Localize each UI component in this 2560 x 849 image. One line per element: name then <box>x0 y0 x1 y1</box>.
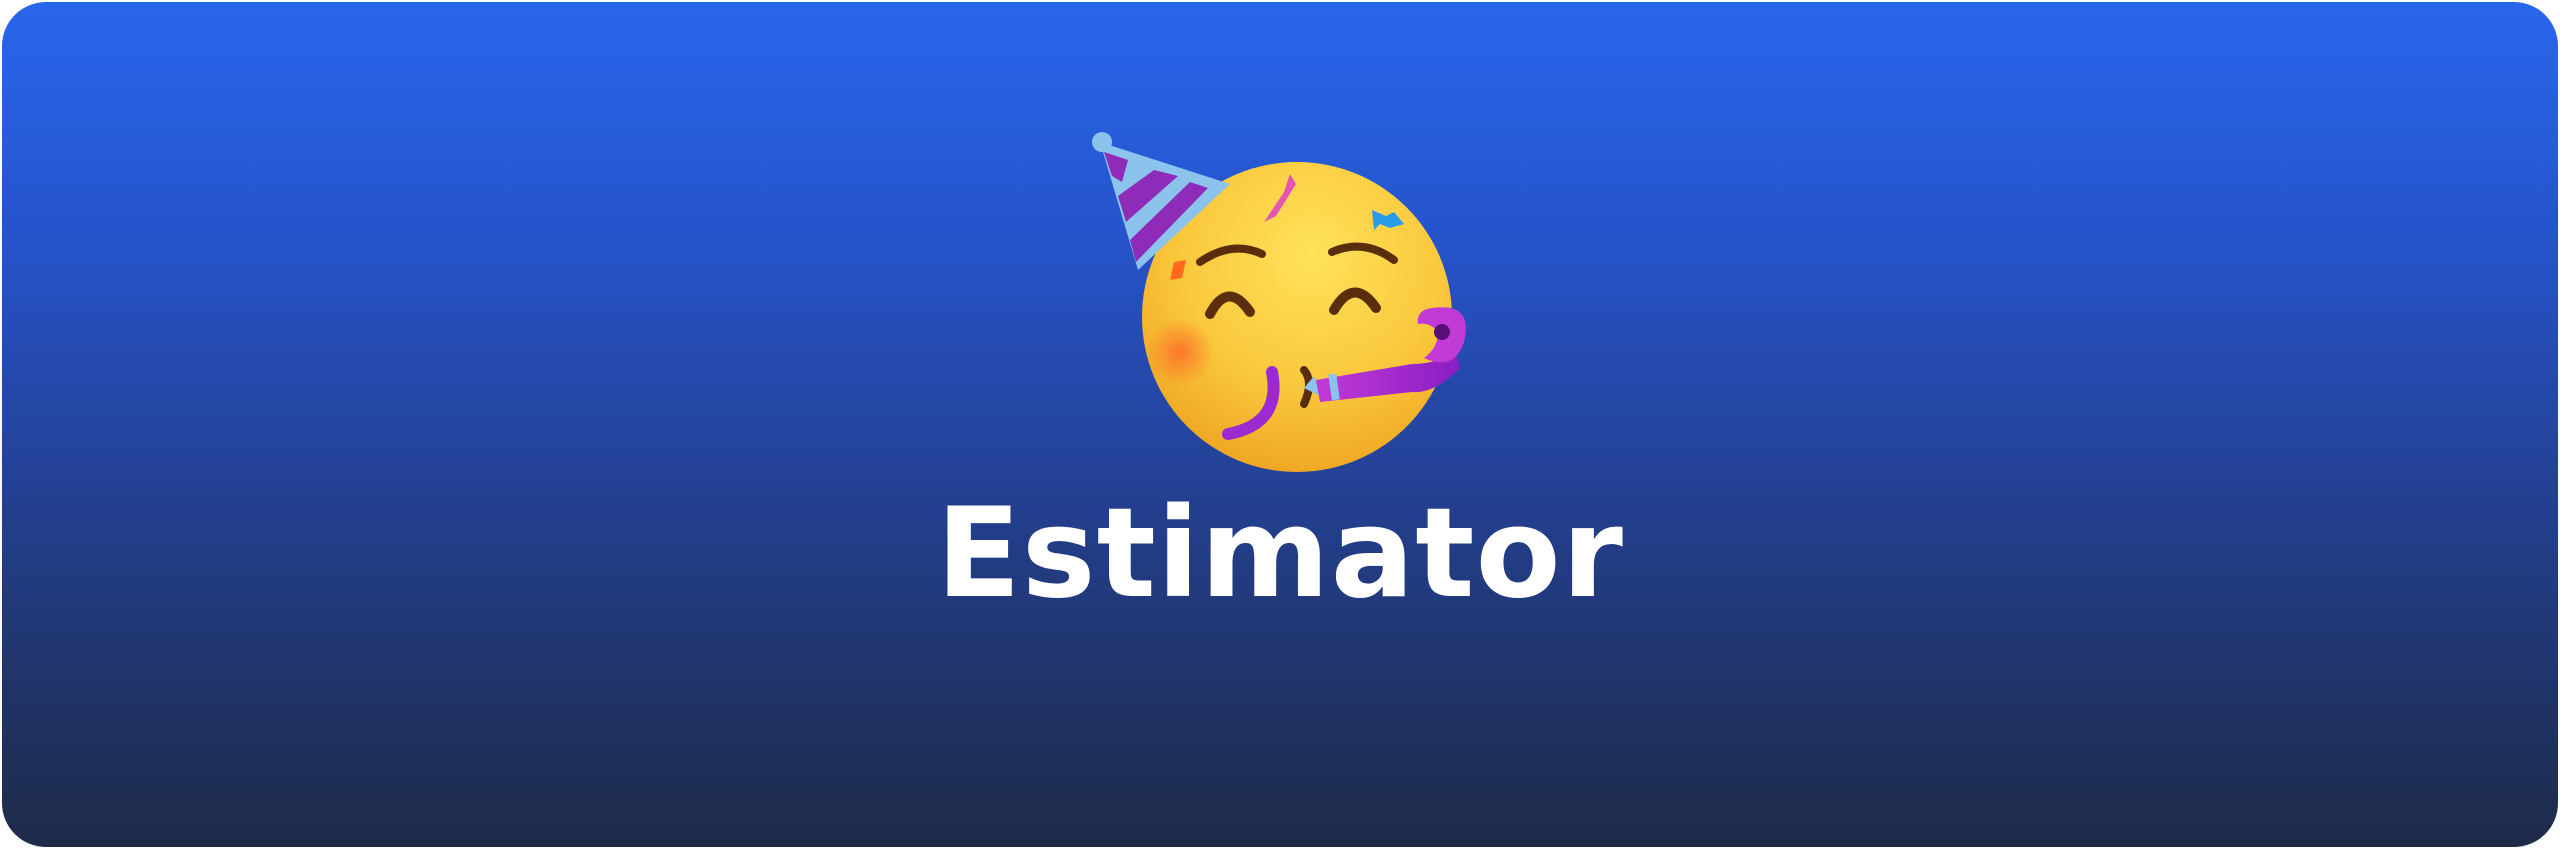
banner: Estimator <box>2 2 2558 847</box>
partying-face-icon <box>1092 132 1466 472</box>
app-title: Estimator <box>936 482 1624 626</box>
